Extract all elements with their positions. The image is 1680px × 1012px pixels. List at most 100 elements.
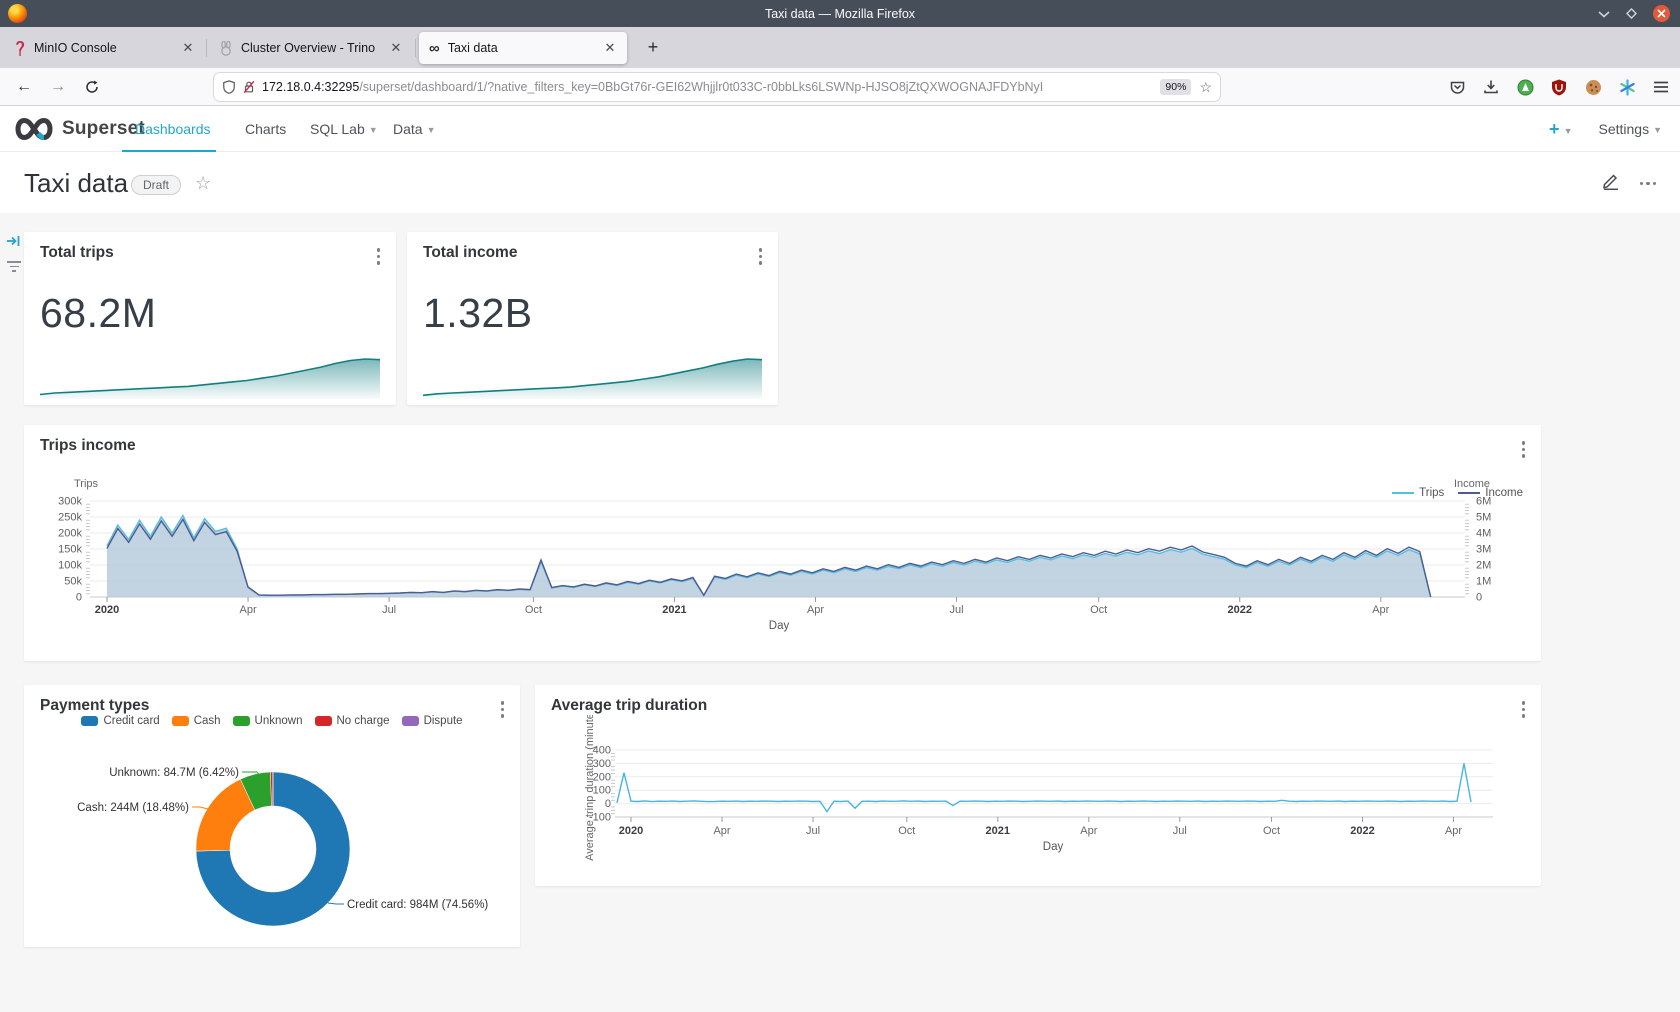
card-total-income: Total income 1.32B	[407, 232, 778, 405]
chart-title: Total trips	[40, 244, 114, 262]
tab-close-icon[interactable]: ✕	[387, 39, 405, 57]
legend-item-credit-card[interactable]: Credit card	[81, 715, 159, 727]
svg-text:200k: 200k	[58, 528, 82, 540]
nav-data[interactable]: Data▼	[393, 106, 436, 152]
svg-text:Apr: Apr	[1372, 604, 1389, 616]
trips-income-chart[interactable]: TripsIncome300k6M250k5M200k4M150k3M100k2…	[24, 475, 1541, 643]
total-income-sparkline	[423, 353, 762, 399]
chart-legend[interactable]: Credit card Cash Unknown No charge Dispute	[24, 715, 520, 727]
avg-trip-duration-chart[interactable]: 4003002001000-1002020AprJulOct2021AprJul…	[535, 715, 1541, 886]
tab-close-icon[interactable]: ✕	[179, 39, 197, 57]
svg-text:Jul: Jul	[806, 825, 820, 837]
menu-hamburger-icon[interactable]	[1646, 73, 1676, 101]
svg-text:2021: 2021	[662, 604, 686, 616]
svg-text:4M: 4M	[1476, 528, 1491, 540]
svg-text:Oct: Oct	[1090, 604, 1107, 616]
tab-strip: MinIO Console ✕ Cluster Overview - Trino…	[0, 27, 1680, 68]
tracking-shield-icon[interactable]	[222, 79, 236, 95]
superset-brand: Superset	[62, 118, 145, 140]
svg-text:6M: 6M	[1476, 496, 1491, 508]
window-shade-icon[interactable]	[1598, 10, 1610, 18]
application-window: Taxi data — Mozilla Firefox MinIO Consol…	[0, 0, 1680, 1012]
url-host: 172.18.0.4:32295	[262, 80, 359, 94]
window-title: Taxi data — Mozilla Firefox	[0, 7, 1680, 21]
svg-text:Jul: Jul	[1173, 825, 1187, 837]
dashboard-body: Total trips 68.2M Total income 1.32B Tri…	[0, 213, 1680, 1012]
window-close-button[interactable]	[1653, 5, 1670, 22]
legend-swatch	[402, 716, 419, 726]
tab-close-icon[interactable]: ✕	[601, 39, 619, 57]
draft-badge: Draft	[131, 175, 181, 195]
svg-text:Apr: Apr	[807, 604, 824, 616]
chart-title: Trips income	[40, 437, 136, 455]
chart-menu-icon[interactable]	[755, 244, 767, 269]
url-bar[interactable]: 172.18.0.4:32295/superset/dashboard/1/?n…	[214, 73, 1220, 101]
cookie-extension-icon[interactable]	[1578, 73, 1608, 101]
window-titlebar: Taxi data — Mozilla Firefox	[0, 0, 1680, 27]
legend-swatch	[233, 716, 250, 726]
chevron-down-icon: ▼	[1564, 126, 1573, 136]
svg-text:Income: Income	[1454, 478, 1490, 490]
legend-item-no-charge[interactable]: No charge	[315, 715, 390, 727]
svg-text:2M: 2M	[1476, 560, 1491, 572]
dashboard-header: Taxi data Draft ☆	[0, 152, 1680, 213]
nav-dashboards[interactable]: Dashboards	[135, 106, 211, 152]
reload-button[interactable]	[78, 73, 106, 101]
window-maximize-icon[interactable]	[1626, 8, 1637, 19]
payment-types-donut-chart[interactable]: Unknown: 84.7M (6.42%)Cash: 244M (18.48%…	[24, 743, 520, 947]
chevron-down-icon: ▼	[427, 125, 436, 135]
svg-text:Trips: Trips	[74, 478, 99, 490]
svg-text:Day: Day	[769, 620, 790, 632]
legend-item-dispute[interactable]: Dispute	[402, 715, 463, 727]
more-options-icon[interactable]	[1640, 182, 1657, 186]
superset-favicon: ∞	[429, 40, 440, 57]
tab-minio-console[interactable]: MinIO Console ✕	[3, 32, 205, 64]
chart-menu-icon[interactable]	[373, 244, 385, 269]
superset-navbar: Superset Dashboards Charts SQL Lab▼ Data…	[0, 106, 1680, 152]
ublock-origin-icon[interactable]	[1544, 73, 1574, 101]
nav-sql-lab[interactable]: SQL Lab▼	[310, 106, 378, 152]
edit-pencil-icon[interactable]	[1602, 172, 1620, 195]
page-zoom-badge[interactable]: 90%	[1160, 79, 1191, 95]
minio-flamingo-icon	[13, 41, 26, 56]
insecure-lock-icon[interactable]	[242, 79, 256, 95]
card-trips-income: Trips income Trips Income TripsIncome300…	[24, 425, 1541, 661]
back-button[interactable]: ←	[10, 73, 38, 101]
url-path: /superset/dashboard/1/?native_filters_ke…	[359, 80, 1043, 94]
settings-menu[interactable]: Settings▼	[1598, 121, 1662, 137]
legend-item-cash[interactable]: Cash	[172, 715, 221, 727]
svg-text:5M: 5M	[1476, 512, 1491, 524]
tab-taxi-data[interactable]: ∞ Taxi data ✕	[419, 32, 627, 64]
pocket-icon[interactable]	[1442, 73, 1472, 101]
svg-text:Apr: Apr	[713, 825, 730, 837]
forward-button[interactable]: →	[44, 73, 72, 101]
chart-menu-icon[interactable]	[1518, 437, 1530, 462]
svg-text:0: 0	[605, 798, 611, 810]
big-number-value: 68.2M	[40, 290, 156, 337]
card-payment-types: Payment types Credit cardCashUnknownNo c…	[24, 685, 520, 947]
filter-icon[interactable]	[7, 261, 21, 272]
tab-label: MinIO Console	[34, 41, 169, 55]
asterisk-extension-icon[interactable]	[1612, 73, 1642, 101]
downloads-icon[interactable]	[1476, 73, 1506, 101]
svg-text:Apr: Apr	[239, 604, 256, 616]
nav-charts[interactable]: Charts	[245, 106, 286, 152]
favorite-star-icon[interactable]: ☆	[195, 173, 211, 194]
tab-trino[interactable]: Cluster Overview - Trino ✕	[209, 32, 413, 64]
svg-text:Apr: Apr	[1080, 825, 1097, 837]
svg-text:250k: 250k	[58, 512, 82, 524]
svg-text:Oct: Oct	[898, 825, 915, 837]
legend-item-unknown[interactable]: Unknown	[233, 715, 303, 727]
add-new-button[interactable]: +▼	[1549, 119, 1572, 140]
svg-text:2022: 2022	[1227, 604, 1251, 616]
new-tab-button[interactable]: +	[640, 35, 666, 61]
bookmark-star-icon[interactable]: ☆	[1199, 79, 1212, 96]
superset-logo[interactable]: Superset	[12, 116, 145, 142]
svg-text:Oct: Oct	[1263, 825, 1280, 837]
svg-text:50k: 50k	[64, 576, 82, 588]
svg-text:Oct: Oct	[525, 604, 542, 616]
expand-filter-bar-icon[interactable]	[6, 234, 21, 253]
superset-infinity-icon	[12, 116, 56, 142]
privacy-badger-icon[interactable]	[1510, 73, 1540, 101]
browser-toolbar: ← → 172.18.0.4:32295/superset/dashboard/…	[0, 68, 1680, 106]
